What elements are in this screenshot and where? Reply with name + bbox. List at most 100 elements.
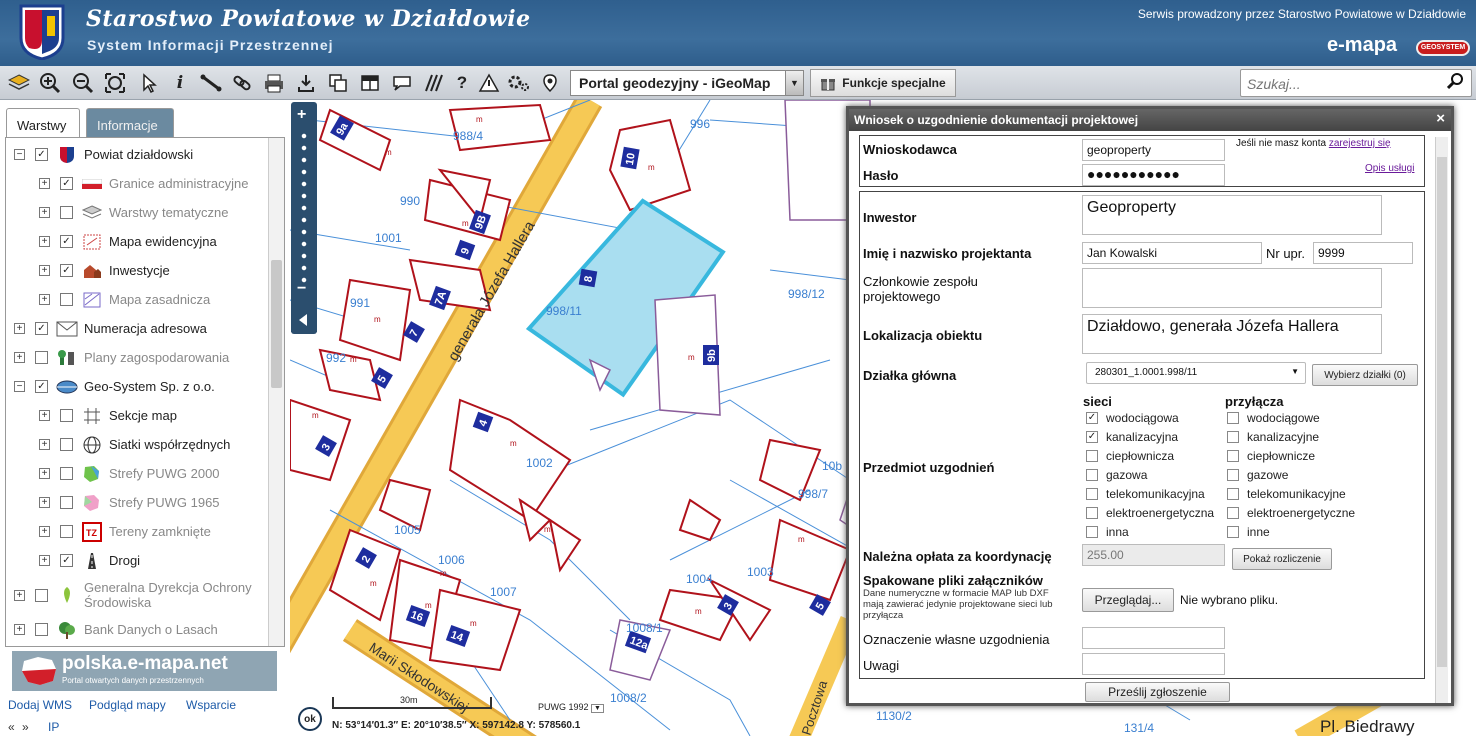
checkbox[interactable]	[1086, 469, 1098, 481]
connections-checkbox-item[interactable]: elektroenergetyczne	[1227, 506, 1355, 520]
pointer-icon[interactable]	[136, 70, 162, 96]
link-icon[interactable]	[229, 70, 255, 96]
zoom-in-icon[interactable]	[37, 70, 63, 96]
layer-checkbox[interactable]	[60, 438, 73, 451]
expand-icon[interactable]: +	[14, 352, 25, 363]
layer-checkbox[interactable]: ✓	[60, 177, 73, 190]
expand-icon[interactable]: +	[39, 439, 50, 450]
settings-icon[interactable]	[506, 70, 532, 96]
dialog-scrollbar[interactable]	[1435, 137, 1448, 703]
checkbox[interactable]	[1086, 450, 1098, 462]
collapse-left-link[interactable]: «	[8, 720, 15, 734]
checkbox[interactable]	[1227, 431, 1239, 443]
checkbox[interactable]	[1227, 507, 1239, 519]
layer-row[interactable]: + Mapa zasadnicza	[39, 285, 210, 314]
networks-checkbox-item[interactable]: ciepłownicza	[1086, 449, 1174, 463]
search-input[interactable]	[1247, 74, 1437, 94]
expand-icon[interactable]: +	[39, 236, 50, 247]
own-mark-input[interactable]	[1082, 627, 1225, 649]
map-pin-icon[interactable]	[537, 70, 563, 96]
expand-right-link[interactable]: »	[22, 720, 29, 734]
collapse-panel-button[interactable]	[291, 308, 317, 332]
close-icon[interactable]: ×	[1436, 110, 1445, 127]
checkbox[interactable]	[1227, 526, 1239, 538]
networks-checkbox-item[interactable]: ✓ kanalizacyjna	[1086, 430, 1178, 444]
layout-icon[interactable]	[357, 70, 383, 96]
layer-checkbox[interactable]: ✓	[60, 264, 73, 277]
layer-row[interactable]: + Sekcje map	[39, 401, 177, 430]
layer-checkbox[interactable]: ✓	[60, 235, 73, 248]
checkbox[interactable]	[1086, 526, 1098, 538]
password-input[interactable]: ●●●●●●●●●●●	[1082, 164, 1225, 186]
layer-tree-scrollbar-thumb[interactable]	[271, 260, 282, 388]
layer-checkbox[interactable]	[60, 525, 73, 538]
layer-row[interactable]: + ✓ Drogi	[39, 546, 140, 575]
expand-icon[interactable]: +	[39, 410, 50, 421]
layer-checkbox[interactable]	[35, 351, 48, 364]
layer-checkbox[interactable]	[60, 467, 73, 480]
speech-bubble-icon[interactable]	[389, 70, 415, 96]
expand-icon[interactable]: +	[39, 207, 50, 218]
expand-icon[interactable]: +	[14, 624, 25, 635]
full-extent-icon[interactable]	[102, 70, 128, 96]
expand-icon[interactable]: +	[14, 589, 25, 601]
networks-checkbox-item[interactable]: gazowa	[1086, 468, 1147, 482]
register-link[interactable]: zarejestruj się	[1329, 138, 1391, 149]
connections-checkbox-item[interactable]: telekomunikacyjne	[1227, 487, 1346, 501]
layer-row[interactable]: + ✓ Granice administracyjne	[39, 169, 248, 198]
main-plot-select[interactable]: 280301_1.0001.998/11 ▼	[1086, 362, 1306, 384]
connections-checkbox-item[interactable]: ciepłownicze	[1227, 449, 1315, 463]
checkbox[interactable]	[1227, 412, 1239, 424]
measure-icon[interactable]	[198, 70, 224, 96]
map-preview-link[interactable]: Podgląd mapy	[89, 698, 166, 712]
layer-row[interactable]: + Strefy PUWG 2000	[39, 459, 220, 488]
layer-checkbox[interactable]: ✓	[35, 148, 48, 161]
zoom-scale-dots[interactable]	[301, 130, 307, 284]
emapa-logo[interactable]: e-mapa	[1327, 34, 1397, 57]
layer-row[interactable]: + Generalna Dyrekcja Ochrony Środowiska	[14, 575, 252, 615]
expand-icon[interactable]: +	[39, 294, 50, 305]
zoom-slider[interactable]: + −	[291, 102, 317, 334]
checkbox[interactable]	[1227, 469, 1239, 481]
collapse-icon[interactable]: −	[14, 149, 25, 160]
info-icon[interactable]: i	[167, 70, 193, 96]
remarks-input[interactable]	[1082, 653, 1225, 675]
layer-row[interactable]: + Bank Danych o Lasach	[14, 615, 218, 644]
checkbox[interactable]	[1227, 450, 1239, 462]
zoom-out-icon[interactable]	[70, 70, 96, 96]
warning-icon[interactable]	[476, 70, 502, 96]
networks-checkbox-item[interactable]: elektroenergetyczna	[1086, 506, 1214, 520]
checkbox[interactable]	[1086, 507, 1098, 519]
location-textarea[interactable]: Działdowo, generała Józefa Hallera	[1082, 314, 1382, 354]
collapse-icon[interactable]: −	[14, 381, 25, 392]
layer-tree-scrollbar[interactable]	[268, 138, 284, 646]
layer-checkbox[interactable]: ✓	[60, 554, 73, 567]
checkbox[interactable]: ✓	[1086, 412, 1098, 424]
networks-checkbox-item[interactable]: telekomunikacyjna	[1086, 487, 1205, 501]
license-number-input[interactable]: 9999	[1313, 242, 1413, 264]
layer-row[interactable]: + ✓ Numeracja adresowa	[14, 314, 207, 343]
copy-icon[interactable]	[325, 70, 351, 96]
layer-checkbox[interactable]	[35, 588, 48, 602]
chevron-down-icon[interactable]: ▼	[591, 704, 604, 713]
zoom-minus-icon[interactable]: −	[297, 280, 306, 298]
special-functions-button[interactable]: Funkcje specjalne	[810, 69, 956, 97]
expand-icon[interactable]: +	[39, 497, 50, 508]
ok-button[interactable]: ok	[298, 707, 322, 731]
download-icon[interactable]	[293, 70, 319, 96]
applicant-input[interactable]: geoproperty	[1082, 139, 1225, 161]
checkbox[interactable]	[1227, 488, 1239, 500]
portal-select[interactable]: Portal geodezyjny - iGeoMap ▼	[570, 70, 804, 96]
investor-textarea[interactable]: Geoproperty	[1082, 195, 1382, 235]
layer-checkbox[interactable]	[60, 496, 73, 509]
support-link[interactable]: Wsparcie	[186, 698, 236, 712]
layer-row[interactable]: + TZ Tereny zamknięte	[39, 517, 211, 546]
layer-row[interactable]: + Plany zagospodarowania	[14, 343, 229, 372]
show-settlement-button[interactable]: Pokaż rozliczenie	[1232, 548, 1332, 570]
help-icon[interactable]: ?	[449, 70, 475, 96]
add-wms-link[interactable]: Dodaj WMS	[8, 698, 72, 712]
checkbox[interactable]: ✓	[1086, 431, 1098, 443]
zoom-plus-icon[interactable]: +	[297, 106, 306, 124]
expand-icon[interactable]: +	[39, 468, 50, 479]
expand-icon[interactable]: +	[39, 526, 50, 537]
